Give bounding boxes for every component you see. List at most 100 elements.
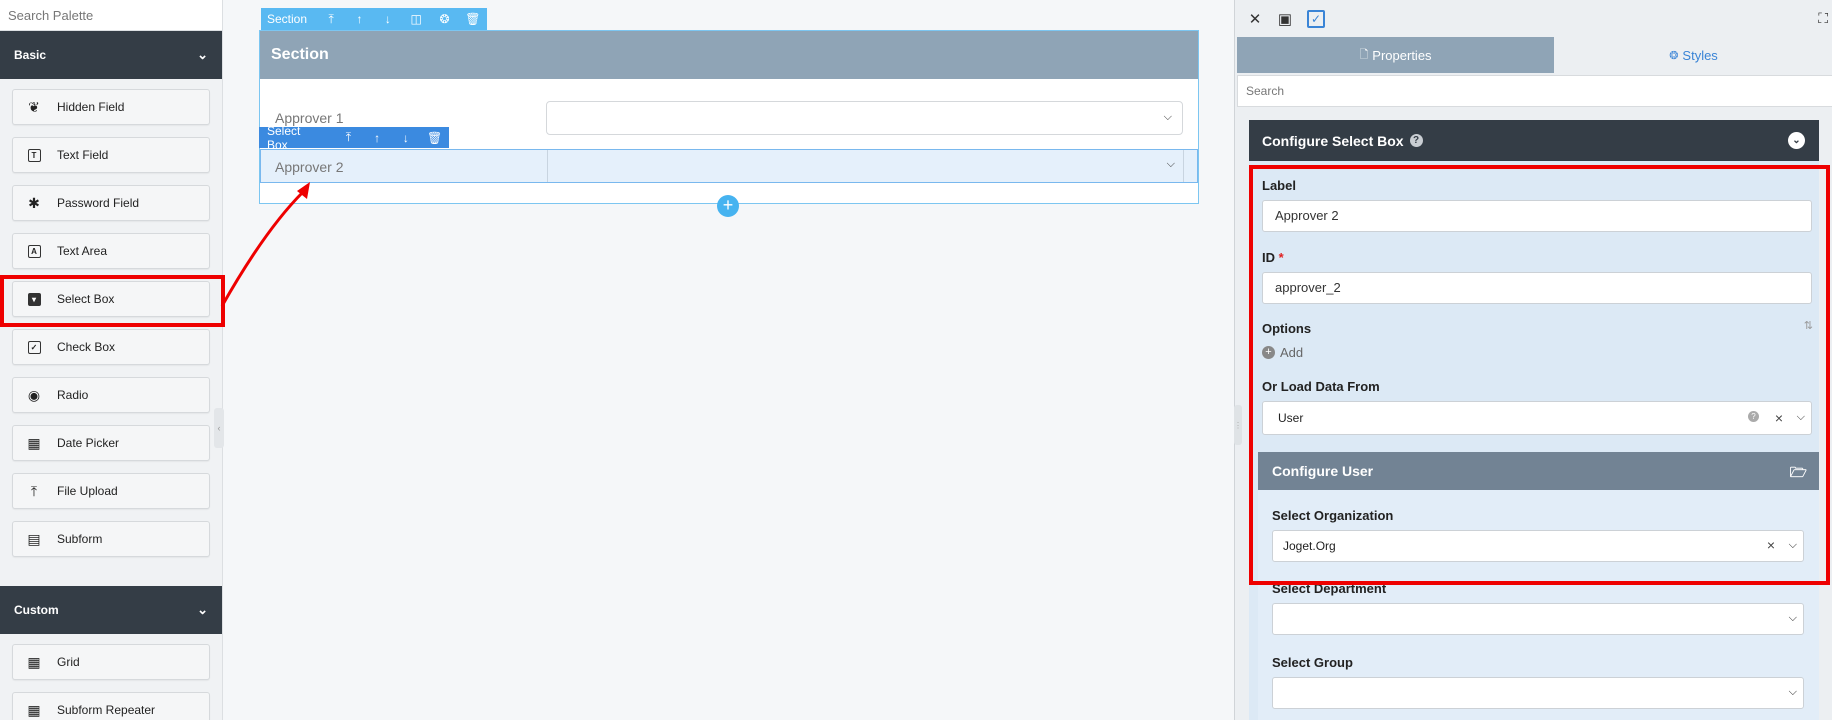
loadfrom-label: Or Load Data From [1262, 379, 1380, 394]
upload-icon: ⤒ [30, 482, 38, 499]
category-basic-label: Basic [14, 48, 47, 62]
palette-item-grid[interactable]: ▦ Grid [12, 644, 210, 680]
palette-item-label: Grid [57, 655, 80, 669]
palette-search-input[interactable]: Search Palette [0, 0, 222, 31]
move-up-icon[interactable]: ↑ [345, 12, 373, 26]
label-input[interactable]: Approver 2 [1262, 200, 1812, 232]
eye-slash-icon: ❦ [28, 98, 40, 115]
add-element-button[interactable]: + [717, 195, 739, 217]
tab-styles[interactable]: ❂ Styles [1554, 37, 1832, 73]
options-add-label: Add [1280, 345, 1304, 360]
move-up-icon[interactable]: ↑ [363, 131, 392, 145]
palette-item-label: Text Field [57, 148, 109, 162]
chevron-down-icon: ⌵ [1788, 686, 1797, 698]
department-select[interactable]: ⌵ [1272, 603, 1804, 635]
grid-icon: ▦ [27, 653, 41, 670]
configure-user-title: Configure User [1272, 463, 1374, 479]
columns-icon[interactable]: ◫ [402, 12, 430, 26]
palette-item-label: Check Box [57, 340, 116, 354]
clear-icon[interactable]: × [1775, 410, 1783, 426]
section-toolbar: Section ⤒ ↑ ↓ ◫ ❂ 🗑 [261, 8, 487, 30]
checkbox-icon: ✓ [25, 338, 43, 356]
palette-item-select-box[interactable]: ▾ Select Box [12, 281, 210, 317]
palette-icon: ❂ [1669, 49, 1679, 62]
palette-item-label: Subform Repeater [57, 703, 156, 717]
palette-item-label: Select Box [57, 292, 115, 306]
palette-item-label: Date Picker [57, 436, 120, 450]
help-icon[interactable]: ? [1409, 134, 1423, 147]
properties-tabs: 🗋 Properties ❂ Styles [1237, 37, 1832, 73]
asterisk-icon: ✱ [28, 194, 40, 211]
group-select[interactable]: ⌵ [1272, 677, 1804, 709]
loadfrom-select[interactable]: User ? × ⌵ [1262, 401, 1812, 435]
move-top-icon[interactable]: ⤒ [334, 130, 363, 145]
selectbox-toolbar: Select Box ⤒ ↑ ↓ 🗑 [259, 124, 449, 152]
select-box-icon: ▾ [25, 290, 43, 308]
collapse-properties-handle[interactable]: ⋮ [1234, 405, 1242, 445]
selectbox-toolbar-label: Select Box [267, 123, 301, 152]
close-icon[interactable]: ✕ [1247, 11, 1263, 28]
palette-item-label: File Upload [57, 484, 118, 498]
palette-item-hidden-field[interactable]: ❦ Hidden Field [12, 89, 210, 125]
category-basic[interactable]: Basic ⌄ [0, 31, 222, 79]
sort-icon[interactable]: ⇅ [1804, 319, 1813, 332]
id-label-text: ID [1262, 250, 1275, 265]
properties-panel: ✕ ▣ ✓ ⛶ 🗋 Properties ❂ Styles Search Con… [1234, 0, 1832, 720]
configure-selectbox-body: Label Approver 2 ID * approver_2 Options… [1249, 161, 1819, 720]
file-icon: 🗋 [1359, 48, 1369, 61]
palette-item-date-picker[interactable]: ▦ Date Picker [12, 425, 210, 461]
loadfrom-value: User [1278, 411, 1304, 425]
trash-icon[interactable]: 🗑 [459, 12, 487, 26]
collapse-palette-handle[interactable]: ‹ [214, 408, 224, 448]
palette-item-label: Password Field [57, 196, 140, 210]
approver-2-select[interactable]: ⌵ [547, 150, 1184, 182]
tab-properties-label: Properties [1372, 47, 1432, 63]
palette-item-text-area[interactable]: A Text Area [12, 233, 210, 269]
palette-item-label: Text Area [57, 244, 108, 258]
org-select[interactable]: Joget.Org × ⌵ [1272, 530, 1804, 562]
group-label: Select Group [1272, 655, 1353, 670]
subform-icon: ▤ [27, 530, 41, 547]
palette-item-password-field[interactable]: ✱ Password Field [12, 185, 210, 221]
chevron-down-icon[interactable]: ⌄ [1788, 132, 1805, 149]
id-input[interactable]: approver_2 [1262, 272, 1812, 304]
options-add-button[interactable]: + Add [1262, 345, 1303, 360]
chevron-down-icon: ⌵ [1788, 539, 1797, 551]
expand-icon[interactable]: ⛶ [1818, 10, 1828, 27]
help-icon[interactable]: ? [1748, 411, 1759, 422]
configure-user-header[interactable]: Configure User 🗁 [1258, 452, 1819, 490]
palette-item-text-field[interactable]: T Text Field [12, 137, 210, 173]
palette-item-radio[interactable]: ◉ Radio [12, 377, 210, 413]
palette-icon[interactable]: ❂ [430, 12, 458, 26]
custom-list: ▦ Grid ▦ Subform Repeater [0, 634, 222, 720]
required-marker: * [1278, 250, 1284, 265]
id-label: ID * [1262, 250, 1284, 265]
chevron-down-icon: ⌵ [1796, 411, 1805, 423]
field-approver-2[interactable]: Approver 2 ⌵ [260, 149, 1198, 183]
save-icon[interactable]: ▣ [1277, 11, 1293, 28]
move-down-icon[interactable]: ↓ [391, 131, 420, 145]
configure-selectbox-header[interactable]: Configure Select Box ? ⌄ [1249, 120, 1819, 161]
properties-search-input[interactable]: Search [1237, 75, 1832, 107]
chevron-down-icon: ⌄ [197, 602, 208, 617]
palette-panel: Search Palette Basic ⌄ ❦ Hidden Field T Tex… [0, 0, 223, 720]
clear-icon[interactable]: × [1767, 537, 1775, 553]
move-top-icon[interactable]: ⤒ [317, 12, 345, 27]
trash-icon[interactable]: 🗑 [420, 131, 449, 145]
palette-item-label: Hidden Field [57, 100, 125, 114]
apply-check-icon[interactable]: ✓ [1307, 9, 1325, 28]
field-label: Approver 2 [275, 159, 344, 175]
palette-item-label: Radio [57, 388, 89, 402]
tab-styles-label: Styles [1682, 47, 1718, 63]
move-down-icon[interactable]: ↓ [374, 12, 402, 26]
approver-1-select[interactable]: ⌵ [546, 101, 1183, 135]
category-custom[interactable]: Custom ⌄ [0, 586, 222, 634]
properties-toolbar: ✕ ▣ ✓ [1235, 0, 1832, 37]
palette-item-check-box[interactable]: ✓ Check Box [12, 329, 210, 365]
palette-item-subform[interactable]: ▤ Subform [12, 521, 210, 557]
palette-item-subform-repeater[interactable]: ▦ Subform Repeater [12, 692, 210, 720]
folder-open-icon[interactable]: 🗁 [1790, 462, 1807, 486]
palette-item-file-upload[interactable]: ⤒ File Upload [12, 473, 210, 509]
org-value: Joget.Org [1283, 539, 1336, 553]
tab-properties[interactable]: 🗋 Properties [1237, 37, 1554, 73]
